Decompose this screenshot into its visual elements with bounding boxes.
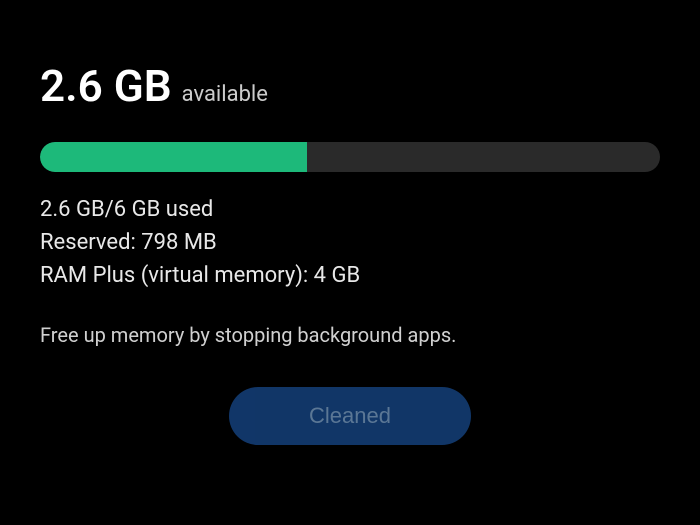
available-label: available — [182, 82, 268, 107]
reserved-memory-text: Reserved: 798 MB — [40, 230, 660, 255]
clean-button[interactable]: Cleaned — [229, 387, 471, 445]
memory-stats: 2.6 GB/6 GB used Reserved: 798 MB RAM Pl… — [40, 197, 660, 288]
memory-progress-bar — [40, 142, 660, 172]
ram-plus-text: RAM Plus (virtual memory): 4 GB — [40, 263, 660, 288]
available-amount: 2.6 GB — [40, 60, 172, 112]
memory-header: 2.6 GB available — [40, 60, 660, 112]
hint-text: Free up memory by stopping background ap… — [40, 323, 660, 347]
used-memory-text: 2.6 GB/6 GB used — [40, 197, 660, 222]
button-container: Cleaned — [40, 387, 660, 445]
memory-progress-fill — [40, 142, 307, 172]
